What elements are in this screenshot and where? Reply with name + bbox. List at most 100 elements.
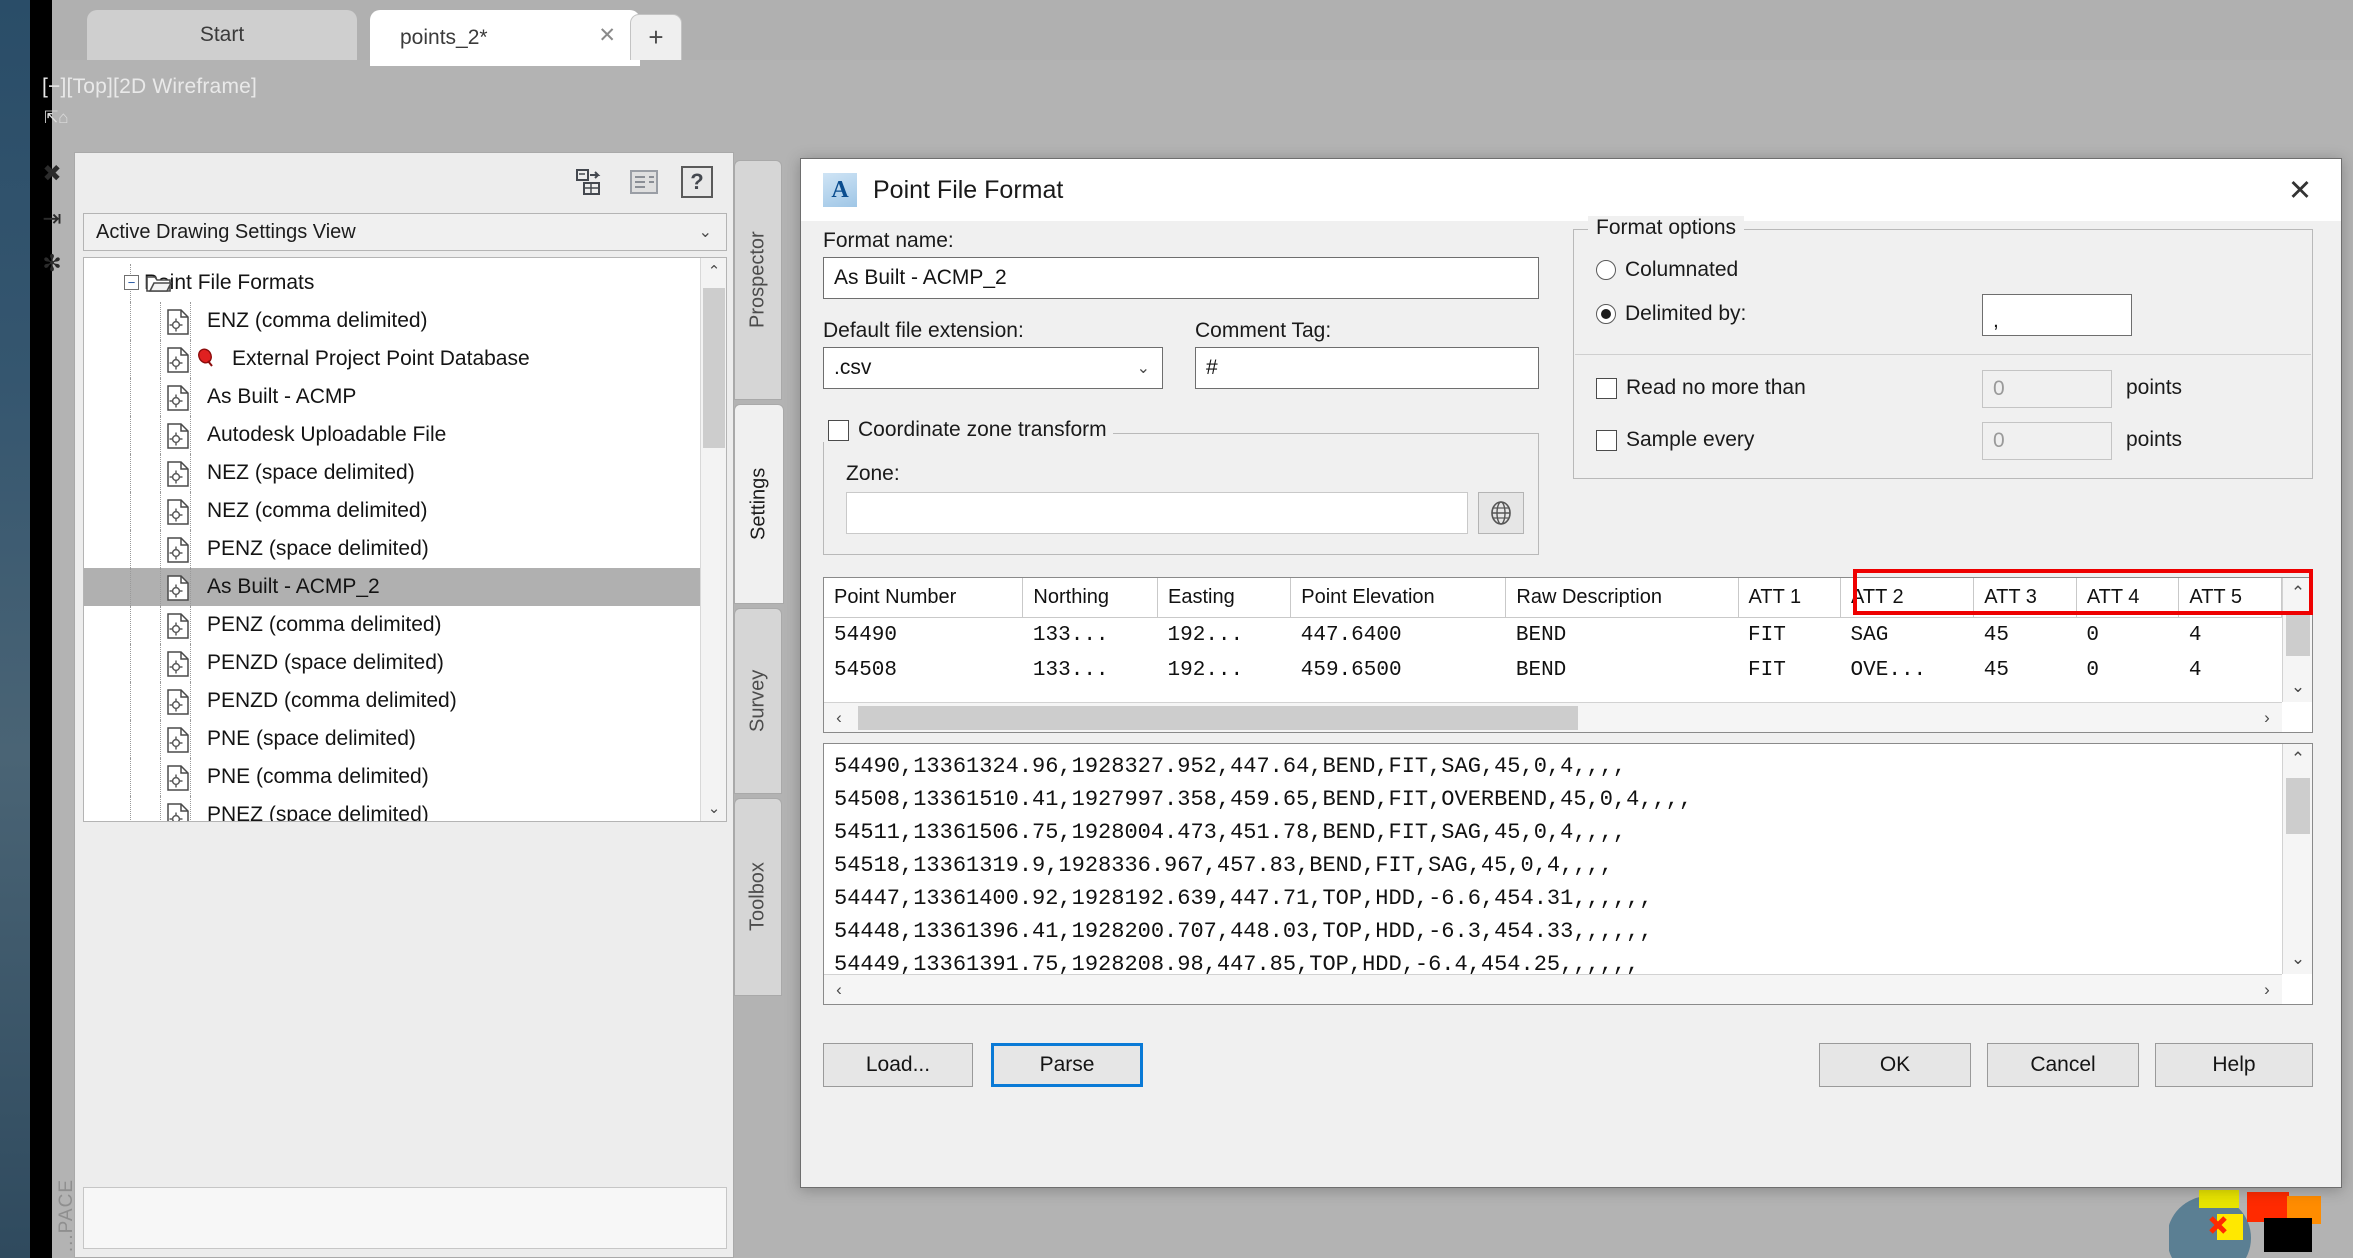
tree-item[interactable]: PNE (comma delimited) bbox=[84, 758, 700, 796]
delimited-by-radio[interactable]: Delimited by: bbox=[1596, 302, 1746, 326]
dialog-close-icon[interactable]: ✕ bbox=[2281, 173, 2319, 207]
tree-guide bbox=[160, 340, 161, 378]
scroll-down-icon[interactable]: ⌄ bbox=[701, 795, 726, 821]
dialog-title: Point File Format bbox=[873, 175, 1064, 204]
scroll-right-icon[interactable]: › bbox=[2252, 975, 2282, 1005]
tree-guide bbox=[190, 796, 191, 821]
dialog-titlebar[interactable]: A Point File Format ✕ bbox=[801, 159, 2341, 221]
tree-item[interactable]: NEZ (comma delimited) bbox=[84, 492, 700, 530]
table-column-header[interactable]: Easting bbox=[1157, 578, 1292, 618]
cancel-button[interactable]: Cancel bbox=[1987, 1043, 2139, 1087]
preview-table[interactable]: Point Number Northing Easting Point Elevati… bbox=[823, 577, 2313, 733]
tree-item[interactable]: PNEZ (space delimited) bbox=[84, 796, 700, 821]
tree-item[interactable]: Autodesk Uploadable File bbox=[84, 416, 700, 454]
ok-button[interactable]: OK bbox=[1819, 1043, 1971, 1087]
point-file-format-icon bbox=[166, 309, 190, 335]
table-cell: 0 bbox=[2076, 617, 2179, 653]
tab-settings[interactable]: Settings bbox=[734, 404, 784, 604]
table-column-header[interactable]: ATT 5 bbox=[2178, 578, 2282, 618]
tree-item[interactable]: PENZD (comma delimited) bbox=[84, 682, 700, 720]
globe-icon[interactable] bbox=[1478, 492, 1524, 534]
coordinate-zone-checkbox[interactable]: Coordinate zone transform bbox=[822, 418, 1113, 442]
sample-every-input[interactable]: 0 bbox=[1982, 422, 2112, 460]
scroll-left-icon[interactable]: ‹ bbox=[824, 975, 854, 1005]
table-column-header[interactable]: ATT 2 bbox=[1840, 578, 1975, 618]
table-column-header[interactable]: Point Elevation bbox=[1290, 578, 1507, 618]
tab-start[interactable]: Start bbox=[87, 10, 357, 60]
tab-toolbox[interactable]: Toolbox bbox=[734, 798, 782, 996]
tree-item[interactable]: ENZ (comma delimited) bbox=[84, 302, 700, 340]
tree-item-label: NEZ (comma delimited) bbox=[207, 499, 428, 522]
tree-guide bbox=[190, 758, 191, 796]
raw-vertical-scrollbar[interactable]: ⌃ ⌄ bbox=[2282, 744, 2312, 974]
dialog-body: Format name: As Built - ACMP_2 Default f… bbox=[801, 216, 2341, 1187]
scroll-up-icon[interactable]: ⌃ bbox=[2283, 744, 2313, 774]
settings-tree[interactable]: − Point File Formats ENZ (comma delimite… bbox=[83, 257, 727, 822]
tree-scrollbar[interactable]: ⌃ ⌄ bbox=[700, 258, 726, 821]
close-palette-icon[interactable]: ✖ bbox=[42, 162, 61, 185]
table-column-header[interactable]: Point Number bbox=[824, 578, 1024, 618]
table-horizontal-scrollbar[interactable]: ‹ › bbox=[824, 702, 2282, 732]
sample-every-checkbox[interactable]: Sample every bbox=[1596, 428, 1754, 452]
tree-item[interactable]: As Built - ACMP_2 bbox=[84, 568, 700, 606]
tree-guide bbox=[130, 302, 131, 340]
scroll-up-icon[interactable]: ⌃ bbox=[701, 258, 726, 284]
columnated-radio[interactable]: Columnated bbox=[1596, 258, 1738, 282]
delimiter-input[interactable]: , bbox=[1982, 294, 2132, 336]
tree-item[interactable]: As Built - ACMP bbox=[84, 378, 700, 416]
help-icon[interactable]: ? bbox=[681, 166, 713, 198]
tab-prospector[interactable]: Prospector bbox=[734, 160, 782, 400]
zone-input[interactable] bbox=[846, 492, 1468, 534]
format-name-input[interactable]: As Built - ACMP_2 bbox=[823, 257, 1539, 299]
tree-item[interactable]: PNE (space delimited) bbox=[84, 720, 700, 758]
load-button[interactable]: Load... bbox=[823, 1043, 973, 1087]
parse-button[interactable]: Parse bbox=[991, 1043, 1143, 1087]
tree-item-label: ENZ (comma delimited) bbox=[207, 309, 428, 332]
table-column-header[interactable]: ATT 1 bbox=[1738, 578, 1842, 618]
scroll-left-icon[interactable]: ‹ bbox=[824, 703, 854, 733]
sort-icon[interactable] bbox=[573, 166, 607, 198]
comment-tag-input[interactable]: # bbox=[1195, 347, 1539, 389]
table-column-header[interactable]: ATT 3 bbox=[1973, 578, 2077, 618]
tree-item[interactable]: External Project Point Database bbox=[84, 340, 700, 378]
table-row[interactable]: 54508 133... 192... 459.6500 BEND FIT OVE... 45… bbox=[824, 653, 2282, 688]
tab-start-label: Start bbox=[199, 23, 245, 46]
navigation-widget[interactable] bbox=[2169, 1178, 2349, 1258]
view-selector-dropdown[interactable]: Active Drawing Settings View ⌄ bbox=[83, 213, 727, 251]
tree-item[interactable]: NEZ (space delimited) bbox=[84, 454, 700, 492]
table-vertical-scrollbar[interactable]: ⌃ ⌄ bbox=[2282, 578, 2312, 702]
scroll-down-icon[interactable]: ⌄ bbox=[2283, 944, 2313, 974]
close-icon[interactable]: ✕ bbox=[598, 25, 616, 46]
tab-survey[interactable]: Survey bbox=[734, 608, 782, 794]
table-row[interactable]: 54490 133... 192... 447.6400 BEND FIT SAG 45 0 4 bbox=[824, 617, 2282, 653]
scrollbar-thumb[interactable] bbox=[2286, 778, 2310, 834]
scrollbar-thumb[interactable] bbox=[2286, 612, 2310, 656]
scroll-up-icon[interactable]: ⌃ bbox=[2283, 578, 2313, 608]
tree-item[interactable]: PENZD (space delimited) bbox=[84, 644, 700, 682]
table-column-header[interactable]: ATT 4 bbox=[2076, 578, 2180, 618]
table-column-header[interactable]: Raw Description bbox=[1505, 578, 1739, 618]
help-button[interactable]: Help bbox=[2155, 1043, 2313, 1087]
tree-root-point-file-formats[interactable]: − Point File Formats bbox=[84, 264, 700, 821]
tree-item[interactable]: PENZ (comma delimited) bbox=[84, 606, 700, 644]
raw-file-preview[interactable]: 54490,13361324.96,1928327.952,447.64,BEN… bbox=[823, 743, 2313, 1005]
new-tab-button[interactable]: + bbox=[630, 14, 682, 60]
tree-item[interactable]: PENZ (space delimited) bbox=[84, 530, 700, 568]
grid-view-icon[interactable] bbox=[627, 166, 661, 198]
tab-points-2[interactable]: points_2* ✕ bbox=[370, 10, 640, 66]
sample-every-unit: points bbox=[2126, 428, 2183, 451]
properties-menu-icon[interactable]: ✻ bbox=[42, 252, 61, 275]
delimiter-value: , bbox=[1993, 309, 1999, 332]
tree-item-list: ENZ (comma delimited) External Project Po… bbox=[84, 302, 700, 821]
read-no-more-than-checkbox[interactable]: Read no more than bbox=[1596, 376, 1806, 400]
read-no-more-than-input[interactable]: 0 bbox=[1982, 370, 2112, 408]
auto-hide-icon[interactable]: ⇥ bbox=[42, 207, 61, 230]
scrollbar-thumb[interactable] bbox=[703, 288, 725, 448]
scroll-down-icon[interactable]: ⌄ bbox=[2283, 672, 2313, 702]
scroll-right-icon[interactable]: › bbox=[2252, 703, 2282, 733]
default-extension-dropdown[interactable]: .csv ⌄ bbox=[823, 347, 1163, 389]
collapse-icon[interactable]: − bbox=[124, 275, 139, 290]
table-column-header[interactable]: Northing bbox=[1022, 578, 1159, 618]
scrollbar-thumb[interactable] bbox=[858, 706, 1578, 730]
raw-horizontal-scrollbar[interactable]: ‹ › bbox=[824, 974, 2282, 1004]
